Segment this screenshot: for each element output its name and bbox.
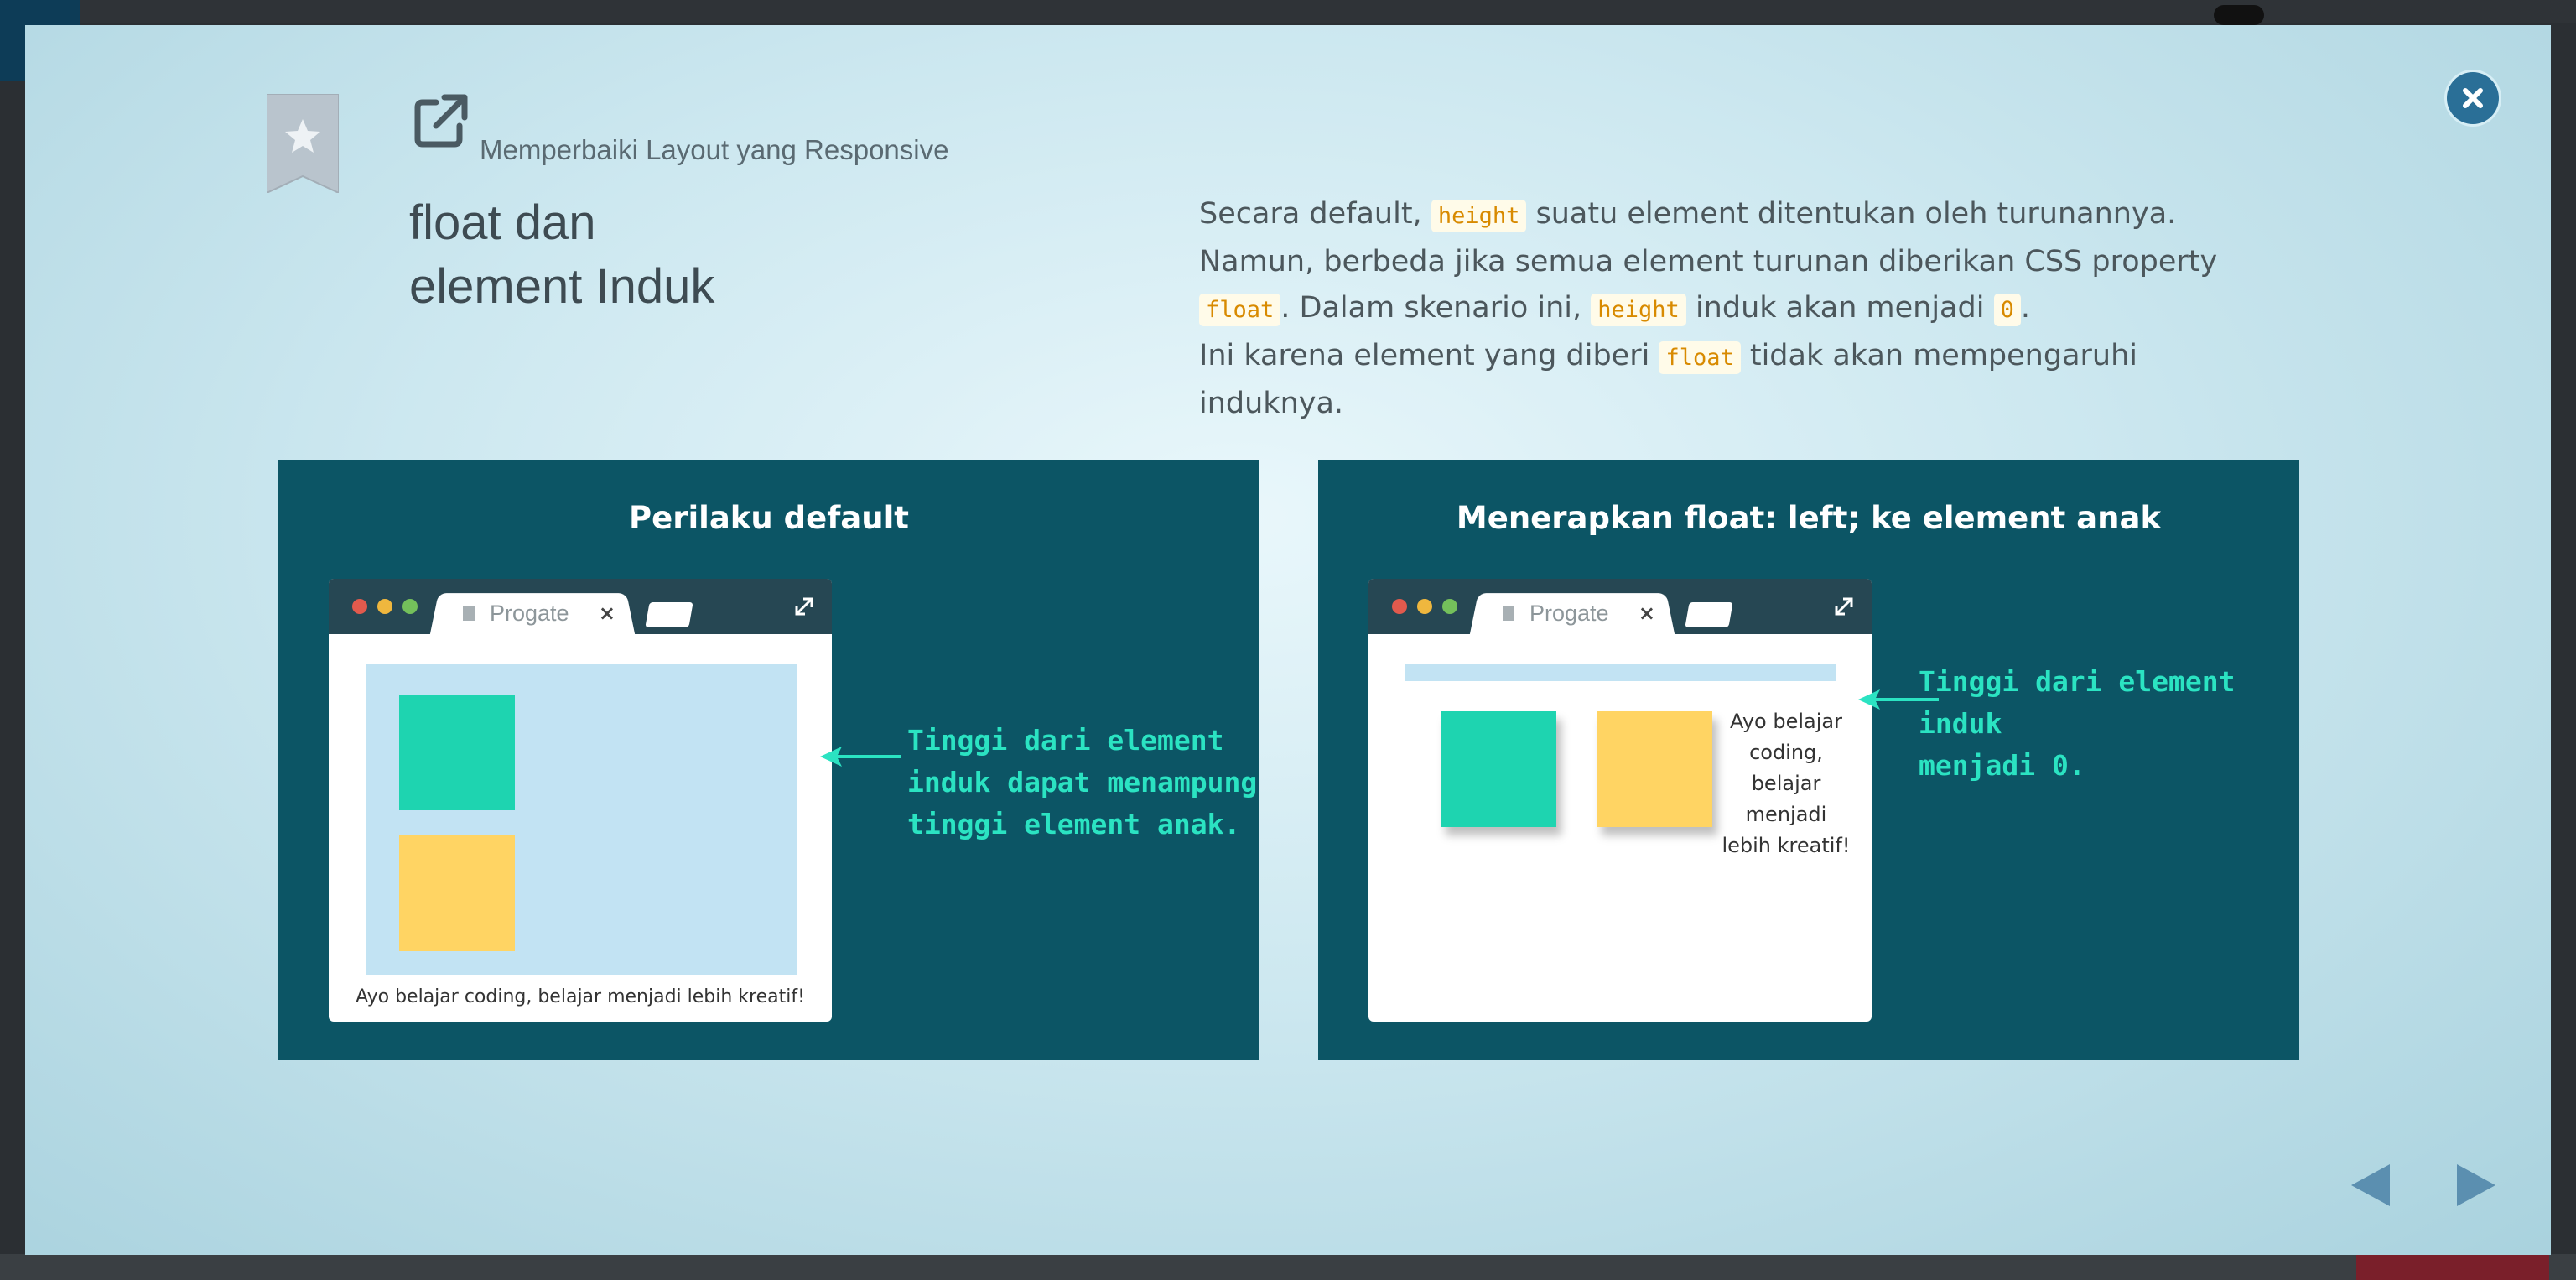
callout-line: tinggi element anak. — [907, 808, 1241, 840]
desc-text: . Dalam skenario ini, — [1280, 291, 1592, 325]
browser-mockup: Progate × Ayo belajar coding, belajar me… — [329, 579, 832, 1022]
callout-line: Tinggi dari element induk — [1919, 665, 2236, 740]
external-link-icon — [414, 94, 468, 148]
floated-box-green — [1441, 711, 1556, 827]
code-snippet: 0 — [1993, 294, 2021, 326]
expand-icon — [1835, 597, 1853, 616]
callout-text: Tinggi dari element induk dapat menampun… — [907, 720, 1257, 846]
close-button[interactable] — [2447, 72, 2499, 124]
window-maximize-dot — [402, 599, 418, 614]
window-minimize-dot — [377, 599, 392, 614]
panel-heading: Perilaku default — [629, 500, 909, 536]
browser-tab-content: Progate × — [434, 592, 631, 634]
tab-close-icon: × — [598, 601, 615, 625]
desc-text: Secara default, — [1199, 197, 1431, 231]
bookmark-star-icon[interactable] — [267, 94, 339, 193]
code-snippet: float — [1199, 294, 1281, 326]
background-user-avatar — [2214, 5, 2264, 25]
browser-caption: Ayo belajar coding, belajar menjadi lebi… — [356, 986, 805, 1007]
window-close-dot — [1392, 599, 1407, 614]
document-icon — [463, 606, 475, 621]
callout-line: menjadi 0. — [1919, 749, 2085, 782]
slide-title-line1: float dan — [409, 195, 596, 250]
tab-label: Progate — [1530, 600, 1609, 626]
desc-text: suatu element ditentukan oleh turunannya… — [1526, 197, 2177, 231]
child-box-yellow — [399, 835, 515, 951]
desc-text: induk akan menjadi — [1685, 291, 1994, 325]
desc-text: Ini karena element yang diberi — [1199, 339, 1659, 372]
panel-float-left: Menerapkan float: left; ke element anak … — [1318, 460, 2299, 1060]
desc-text: . — [2020, 291, 2030, 325]
floated-text: Ayo belajar coding, belajar menjadi lebi… — [1722, 710, 1851, 857]
tab-label: Progate — [490, 600, 569, 626]
child-box-green — [399, 695, 515, 810]
browser-mockup: Progate × Ayo belajar coding, belajar me… — [1368, 579, 1872, 1022]
tab-close-icon: × — [1638, 601, 1655, 625]
document-icon — [1503, 606, 1514, 621]
arrow-left-icon — [820, 747, 901, 767]
panel-default-behavior: Perilaku default Progate × Ayo belajar c… — [278, 460, 1259, 1060]
expand-icon — [795, 597, 813, 616]
browser-tab-content: Progate × — [1474, 592, 1670, 634]
floated-box-yellow — [1597, 711, 1712, 827]
background-topbar — [0, 0, 2576, 23]
callout-line: Tinggi dari element — [907, 724, 1224, 757]
browser-bar: Progate × — [1368, 579, 1872, 636]
triangle-right-icon[interactable] — [2454, 1163, 2497, 1208]
new-tab — [1685, 602, 1733, 627]
slide-title: float dan element Induk — [409, 191, 912, 319]
lesson-title: Memperbaiki Layout yang Responsive — [480, 134, 949, 165]
parent-element-collapsed — [1405, 664, 1836, 681]
window-maximize-dot — [1442, 599, 1457, 614]
code-snippet: float — [1659, 341, 1741, 374]
code-snippet: height — [1431, 200, 1527, 232]
slide-title-line2: element Induk — [409, 259, 715, 314]
callout-text: Tinggi dari element induk menjadi 0. — [1919, 661, 2299, 787]
window-close-dot — [352, 599, 367, 614]
new-tab — [645, 602, 693, 627]
panel-heading: Menerapkan float: left; ke element anak — [1456, 500, 2162, 536]
close-icon — [2463, 88, 2483, 108]
triangle-left-icon[interactable] — [2350, 1163, 2393, 1208]
slide-description: Secara default, height suatu element dit… — [1199, 191, 2289, 427]
background-bottom-bar — [0, 1254, 2576, 1280]
browser-bar: Progate × — [329, 579, 832, 636]
desc-text: Namun, berbeda jika semua element turuna… — [1199, 245, 2218, 278]
slide-modal: Memperbaiki Layout yang Responsive float… — [25, 25, 2551, 1255]
callout-line: induk dapat menampung — [907, 766, 1258, 799]
parent-element-box — [366, 664, 797, 975]
code-snippet: height — [1591, 294, 1686, 326]
window-minimize-dot — [1417, 599, 1432, 614]
